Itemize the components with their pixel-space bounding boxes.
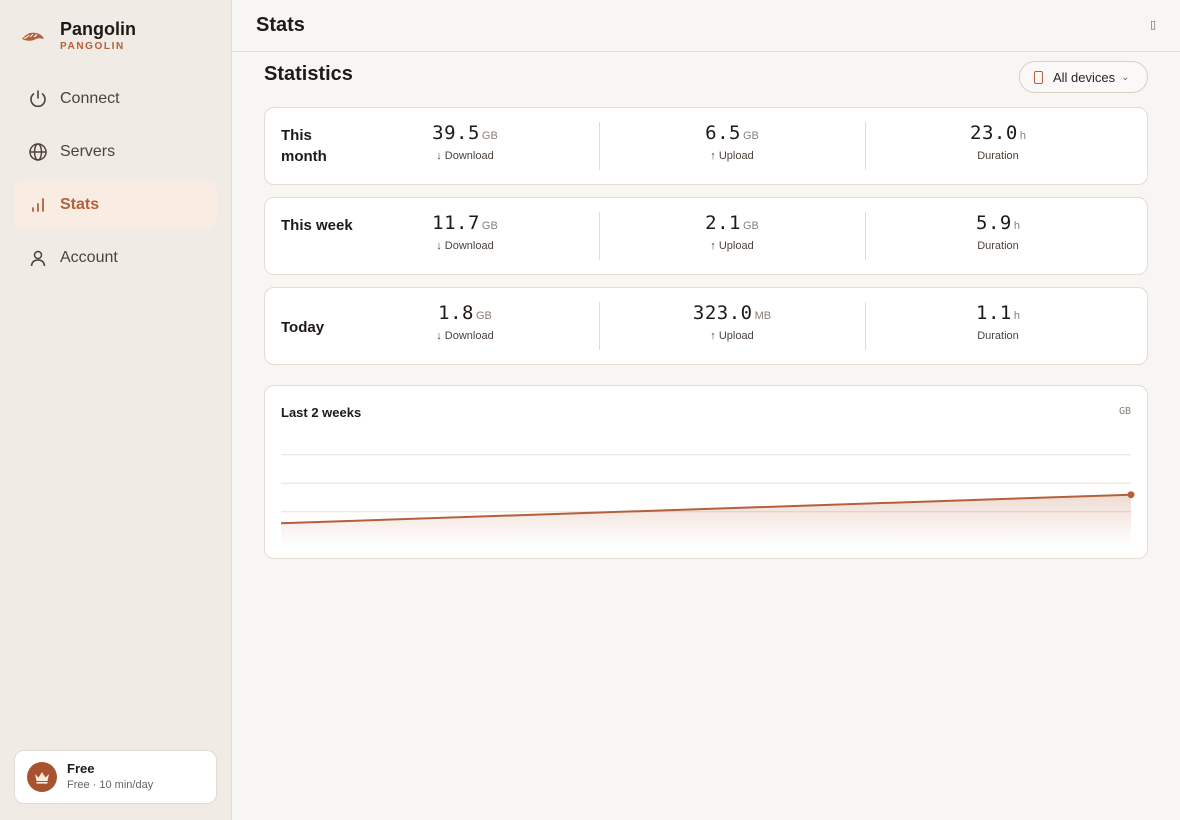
globe-icon: [28, 142, 48, 162]
metric-value: 23.0: [970, 122, 1018, 144]
brand: Pangolin PANGOLIN: [20, 18, 136, 54]
divider: [599, 122, 600, 170]
sidebar-item-connect[interactable]: Connect: [14, 75, 217, 123]
stat-period-label: This week: [281, 217, 353, 234]
metric-caption: ↑ Upload: [710, 330, 754, 342]
metric-unit: GB: [481, 130, 498, 142]
metric-unit: h: [1019, 130, 1026, 142]
sidebar-item-label: Connect: [60, 90, 120, 107]
stat-card-month: This month 39.5 GB ↓ Download 6.5 GB ↑ Upl…: [264, 107, 1148, 185]
device-select-value: All devices: [1053, 69, 1116, 85]
metric-value: 5.9: [976, 212, 1012, 234]
section-title: Statistics: [264, 63, 353, 85]
sidebar-item-stats[interactable]: Stats: [14, 181, 217, 229]
brand-name: Pangolin: [60, 19, 136, 39]
window-glyph-icon[interactable]: ▯: [1150, 18, 1156, 31]
device-select[interactable]: All devices ⌄: [1019, 61, 1148, 93]
metric-caption: ↑ Upload: [710, 150, 754, 162]
metric-caption: Duration: [977, 150, 1019, 162]
brand-subtitle: PANGOLIN: [60, 41, 125, 52]
metric-caption: ↓ Download: [436, 240, 494, 252]
bar-chart-icon: [28, 195, 48, 215]
metric-value: 323.0: [692, 302, 753, 324]
usage-chart: [280, 454, 1135, 546]
phone-icon: [1034, 70, 1043, 84]
user-icon: [28, 248, 48, 268]
metric-upload: 323.0 MB ↑ Upload: [632, 302, 832, 342]
stat-period-label: Today: [281, 319, 325, 336]
plan-title: Free: [67, 761, 95, 776]
sidebar-item-servers[interactable]: Servers: [14, 128, 217, 176]
metric-duration: 1.1 h Duration: [898, 302, 1098, 342]
metric-caption: Duration: [977, 240, 1019, 252]
metric-caption: ↓ Download: [436, 330, 494, 342]
metric-value: 11.7: [432, 212, 480, 234]
divider: [865, 122, 866, 170]
metric-upload: 6.5 GB ↑ Upload: [632, 122, 832, 162]
metric-unit: GB: [742, 130, 759, 142]
divider: [865, 302, 866, 350]
stat-card-today: Today 1.8 GB ↓ Download 323.0 MB ↑ Upload …: [264, 287, 1148, 365]
sidebar-item-label: Account: [60, 249, 118, 266]
plan-card[interactable]: Free Free · 10 min/day: [14, 750, 217, 804]
metric-duration: 23.0 h Duration: [898, 122, 1098, 162]
chart-card: Last 2 weeks GB: [264, 385, 1148, 559]
chart-point: [1127, 491, 1135, 499]
plan-subtitle: Free · 10 min/day: [67, 779, 154, 791]
sidebar-item-label: Servers: [60, 143, 116, 160]
metric-unit: GB: [742, 220, 759, 232]
metric-duration: 5.9 h Duration: [898, 212, 1098, 252]
power-icon: [28, 89, 48, 109]
metric-unit: GB: [481, 220, 498, 232]
metric-value: 1.8: [438, 302, 474, 324]
metric-unit: h: [1013, 310, 1020, 322]
sidebar-nav: Connect Servers Stats Account: [14, 75, 217, 287]
metric-caption: ↑ Upload: [710, 240, 754, 252]
metric-download: 1.8 GB ↓ Download: [365, 302, 565, 342]
divider: [599, 302, 600, 350]
metric-caption: Duration: [977, 330, 1019, 342]
metric-value: 39.5: [432, 122, 480, 144]
chart-area: [281, 494, 1131, 546]
pangolin-logo-icon: [22, 32, 44, 41]
page-title: Stats: [256, 14, 305, 36]
stat-period-label: This month: [281, 127, 327, 165]
metric-unit: h: [1013, 220, 1020, 232]
stat-card-week: This week 11.7 GB ↓ Download 2.1 GB ↑ Uplo…: [264, 197, 1148, 275]
metric-value: 2.1: [705, 212, 741, 234]
metric-download: 39.5 GB ↓ Download: [365, 122, 565, 162]
sidebar-item-account[interactable]: Account: [14, 234, 217, 282]
sidebar-item-label: Stats: [60, 196, 100, 213]
sidebar: Pangolin PANGOLIN Connect Servers Stats …: [0, 0, 232, 820]
divider: [865, 212, 866, 260]
metric-download: 11.7 GB ↓ Download: [365, 212, 565, 252]
topbar: Stats ▯: [232, 0, 1180, 52]
metric-caption: ↓ Download: [436, 150, 494, 162]
metric-upload: 2.1 GB ↑ Upload: [632, 212, 832, 252]
chevron-down-icon: ⌄: [1121, 71, 1130, 83]
metric-value: 6.5: [705, 122, 741, 144]
metric-unit: GB: [475, 310, 492, 322]
metric-unit: MB: [754, 310, 772, 322]
divider: [599, 212, 600, 260]
metric-value: 1.1: [976, 302, 1012, 324]
crown-icon: [27, 762, 57, 792]
